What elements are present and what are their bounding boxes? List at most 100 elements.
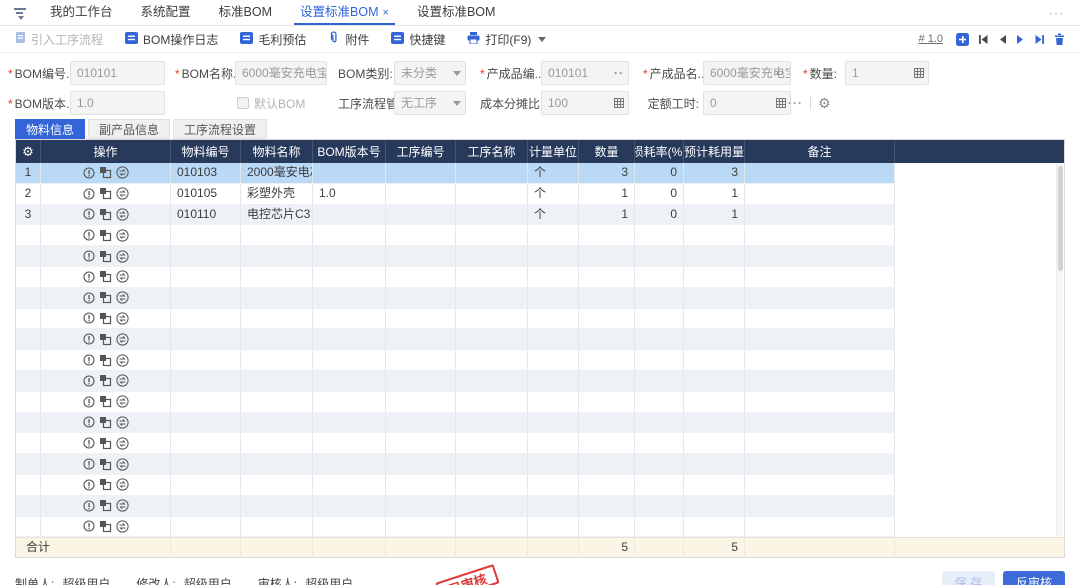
vertical-scrollbar[interactable] bbox=[1056, 164, 1063, 536]
row-exchange-icon[interactable] bbox=[116, 208, 129, 221]
row-replace-icon[interactable] bbox=[99, 270, 112, 283]
attachment-button[interactable]: 附件 bbox=[328, 31, 369, 48]
bom-code-input[interactable]: 010101 bbox=[70, 61, 165, 85]
table-row[interactable]: 3010110电控芯片C3个101 bbox=[16, 205, 1064, 226]
row-replace-icon[interactable] bbox=[99, 291, 112, 304]
row-replace-icon[interactable] bbox=[99, 250, 112, 263]
row-replace-icon[interactable] bbox=[99, 416, 112, 429]
bom-log-button[interactable]: BOM操作日志 bbox=[125, 31, 218, 48]
quantity-input[interactable]: 1 bbox=[845, 61, 929, 85]
row-exchange-icon[interactable] bbox=[116, 291, 129, 304]
delete-record-icon[interactable] bbox=[1054, 33, 1065, 45]
row-info-icon[interactable] bbox=[83, 396, 95, 408]
row-exchange-icon[interactable] bbox=[116, 333, 129, 346]
row-replace-icon[interactable] bbox=[99, 520, 112, 533]
row-info-icon[interactable] bbox=[83, 188, 95, 200]
product-name-input[interactable]: 6000毫安充电宝·· bbox=[703, 61, 791, 85]
row-info-icon[interactable] bbox=[83, 229, 95, 241]
grid-picker-icon[interactable] bbox=[914, 62, 924, 84]
row-exchange-icon[interactable] bbox=[116, 458, 129, 471]
product-code-input[interactable]: 010101·· bbox=[541, 61, 629, 85]
row-exchange-icon[interactable] bbox=[116, 229, 129, 242]
lookup-icon[interactable]: ·· bbox=[776, 62, 786, 84]
row-exchange-icon[interactable] bbox=[116, 499, 129, 512]
more-fields-icon[interactable]: ··· bbox=[788, 97, 803, 109]
row-exchange-icon[interactable] bbox=[116, 416, 129, 429]
row-replace-icon[interactable] bbox=[99, 354, 112, 367]
unaudit-button[interactable]: 反审核 bbox=[1003, 571, 1065, 585]
row-exchange-icon[interactable] bbox=[116, 374, 129, 387]
row-exchange-icon[interactable] bbox=[116, 520, 129, 533]
row-replace-icon[interactable] bbox=[99, 312, 112, 325]
version-link[interactable]: # 1.0 bbox=[919, 33, 943, 45]
tab-process-flow-settings[interactable]: 工序流程设置 bbox=[173, 119, 267, 139]
more-tabs-icon[interactable]: ··· bbox=[1049, 6, 1070, 20]
table-row[interactable] bbox=[16, 371, 1064, 392]
cost-share-input[interactable]: 100 bbox=[541, 91, 629, 115]
gross-profit-estimate-button[interactable]: 毛利预估 bbox=[240, 31, 306, 48]
table-row[interactable]: 2010105彩塑外壳1.0个101 bbox=[16, 184, 1064, 205]
row-exchange-icon[interactable] bbox=[116, 354, 129, 367]
row-info-icon[interactable] bbox=[83, 437, 95, 449]
table-row[interactable] bbox=[16, 433, 1064, 454]
row-exchange-icon[interactable] bbox=[116, 270, 129, 283]
table-row[interactable] bbox=[16, 288, 1064, 309]
row-replace-icon[interactable] bbox=[99, 229, 112, 242]
tab-system-config[interactable]: 系统配置 bbox=[127, 0, 205, 25]
bom-name-input[interactable]: 6000毫安充电宝 bbox=[235, 61, 327, 85]
row-exchange-icon[interactable] bbox=[116, 312, 129, 325]
collapse-menu-icon[interactable] bbox=[14, 7, 28, 19]
row-replace-icon[interactable] bbox=[99, 478, 112, 491]
row-replace-icon[interactable] bbox=[99, 437, 112, 450]
last-record-icon[interactable] bbox=[1034, 34, 1045, 45]
grid-picker-icon[interactable] bbox=[776, 92, 786, 114]
default-bom-checkbox[interactable] bbox=[237, 97, 249, 109]
table-row[interactable] bbox=[16, 350, 1064, 371]
column-settings-gear-icon[interactable]: ⚙ bbox=[22, 145, 34, 158]
lookup-icon[interactable]: ·· bbox=[614, 62, 624, 84]
grid-picker-icon[interactable] bbox=[614, 92, 624, 114]
row-exchange-icon[interactable] bbox=[116, 187, 129, 200]
scrollbar-thumb[interactable] bbox=[1058, 166, 1063, 271]
row-exchange-icon[interactable] bbox=[116, 478, 129, 491]
row-info-icon[interactable] bbox=[83, 292, 95, 304]
row-exchange-icon[interactable] bbox=[116, 395, 129, 408]
row-exchange-icon[interactable] bbox=[116, 437, 129, 450]
table-row[interactable]: 10101032000毫安电芯个303 bbox=[16, 163, 1064, 184]
chevron-down-icon[interactable] bbox=[538, 37, 546, 42]
tab-byproduct-info[interactable]: 副产品信息 bbox=[88, 119, 170, 139]
first-record-icon[interactable] bbox=[978, 34, 989, 45]
row-replace-icon[interactable] bbox=[99, 395, 112, 408]
row-info-icon[interactable] bbox=[83, 375, 95, 387]
shortcut-keys-button[interactable]: 快捷键 bbox=[391, 31, 445, 48]
row-replace-icon[interactable] bbox=[99, 374, 112, 387]
print-button[interactable]: 打印(F9) bbox=[467, 31, 546, 48]
add-record-icon[interactable] bbox=[956, 33, 969, 46]
standard-hours-input[interactable]: 0 bbox=[703, 91, 791, 115]
form-settings-gear-icon[interactable]: ⚙ bbox=[818, 95, 831, 112]
tab-standard-bom[interactable]: 标准BOM bbox=[205, 0, 286, 25]
table-row[interactable] bbox=[16, 454, 1064, 475]
row-info-icon[interactable] bbox=[83, 520, 95, 532]
tab-set-standard-bom-active[interactable]: 设置标准BOM× bbox=[286, 0, 403, 25]
table-row[interactable] bbox=[16, 309, 1064, 330]
table-row[interactable] bbox=[16, 246, 1064, 267]
row-info-icon[interactable] bbox=[83, 500, 95, 512]
table-row[interactable] bbox=[16, 496, 1064, 517]
table-row[interactable] bbox=[16, 225, 1064, 246]
row-info-icon[interactable] bbox=[83, 354, 95, 366]
row-replace-icon[interactable] bbox=[99, 208, 112, 221]
table-row[interactable] bbox=[16, 329, 1064, 350]
row-info-icon[interactable] bbox=[83, 167, 95, 179]
row-info-icon[interactable] bbox=[83, 333, 95, 345]
row-replace-icon[interactable] bbox=[99, 499, 112, 512]
row-info-icon[interactable] bbox=[83, 250, 95, 262]
table-row[interactable] bbox=[16, 267, 1064, 288]
row-info-icon[interactable] bbox=[83, 416, 95, 428]
table-row[interactable] bbox=[16, 475, 1064, 496]
close-tab-icon[interactable]: × bbox=[383, 7, 389, 19]
tab-my-workbench[interactable]: 我的工作台 bbox=[36, 0, 127, 25]
tab-material-info[interactable]: 物料信息 bbox=[15, 119, 85, 139]
bom-version-input[interactable]: 1.0 bbox=[70, 91, 165, 115]
next-record-icon[interactable] bbox=[1016, 34, 1025, 45]
